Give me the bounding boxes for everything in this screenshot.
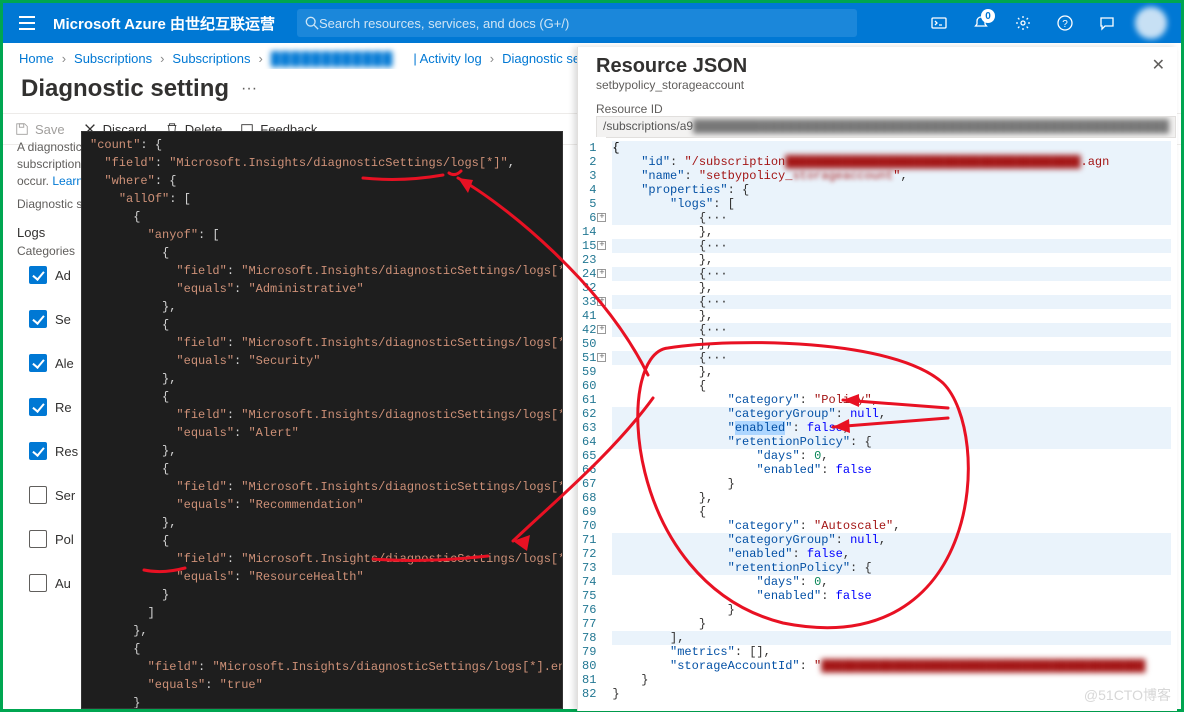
resource-json-panel: Resource JSON setbypolicy_storageaccount…: [577, 47, 1177, 711]
category-label: Pol: [55, 532, 74, 547]
category-label: Au: [55, 576, 71, 591]
user-avatar[interactable]: [1135, 7, 1167, 39]
panel-subtitle: setbypolicy_storageaccount: [596, 78, 1159, 92]
hamburger-icon[interactable]: [11, 7, 43, 39]
resource-id-field[interactable]: /subscriptions/a9███████████████████████…: [596, 116, 1176, 138]
brand-title: Microsoft Azure 由世纪互联运营: [43, 13, 285, 34]
category-label: Ser: [55, 488, 75, 503]
category-checkbox[interactable]: [29, 486, 47, 504]
watermark: @51CTO博客: [1084, 685, 1171, 705]
fold-icon[interactable]: +: [597, 353, 606, 362]
feedback-top-icon[interactable]: [1087, 3, 1127, 43]
notifications-icon[interactable]: 0: [961, 3, 1001, 43]
svg-text:?: ?: [1062, 19, 1068, 30]
category-label: Res: [55, 444, 78, 459]
crumb-redacted: ████████████: [271, 51, 394, 66]
category-label: Ad: [55, 268, 71, 283]
cloud-shell-icon[interactable]: [919, 3, 959, 43]
fold-icon[interactable]: +: [597, 241, 606, 250]
category-checkbox[interactable]: [29, 398, 47, 416]
category-checkbox[interactable]: [29, 442, 47, 460]
page-title: Diagnostic setting: [21, 75, 229, 103]
search-input[interactable]: [319, 16, 849, 31]
category-checkbox[interactable]: [29, 530, 47, 548]
panel-title: Resource JSON: [596, 55, 1159, 78]
category-checkbox[interactable]: [29, 310, 47, 328]
policy-code-box[interactable]: "count": { "field": "Microsoft.Insights/…: [81, 131, 563, 709]
azure-topbar: Microsoft Azure 由世纪互联运营 0 ?: [3, 3, 1181, 43]
json-editor[interactable]: 123456+1415+2324+3233+4142+5051+59606162…: [578, 137, 1177, 711]
resource-id-label: Resource ID: [596, 102, 1176, 116]
notif-badge: 0: [981, 9, 995, 23]
topbar-icons: 0 ?: [919, 3, 1173, 43]
help-icon[interactable]: ?: [1045, 3, 1085, 43]
left-pane: A diagnostic se subscription, a occur. L…: [3, 131, 563, 709]
fold-icon[interactable]: +: [597, 269, 606, 278]
fold-icon[interactable]: +: [597, 325, 606, 334]
category-label: Re: [55, 400, 72, 415]
settings-icon[interactable]: [1003, 3, 1043, 43]
crumb-sub1[interactable]: Subscriptions: [74, 51, 152, 66]
fold-icon[interactable]: +: [597, 297, 606, 306]
crumb-sub2[interactable]: Subscriptions: [172, 51, 250, 66]
page-more-icon[interactable]: ···: [241, 80, 257, 98]
category-label: Se: [55, 312, 71, 327]
category-checkbox[interactable]: [29, 354, 47, 372]
category-checkbox[interactable]: [29, 266, 47, 284]
category-checkbox[interactable]: [29, 574, 47, 592]
close-icon[interactable]: ✕: [1152, 55, 1165, 75]
fold-icon[interactable]: +: [597, 213, 606, 222]
crumb-activity[interactable]: | Activity log: [413, 51, 481, 66]
category-label: Ale: [55, 356, 74, 371]
global-search[interactable]: [297, 9, 857, 37]
crumb-home[interactable]: Home: [19, 51, 54, 66]
